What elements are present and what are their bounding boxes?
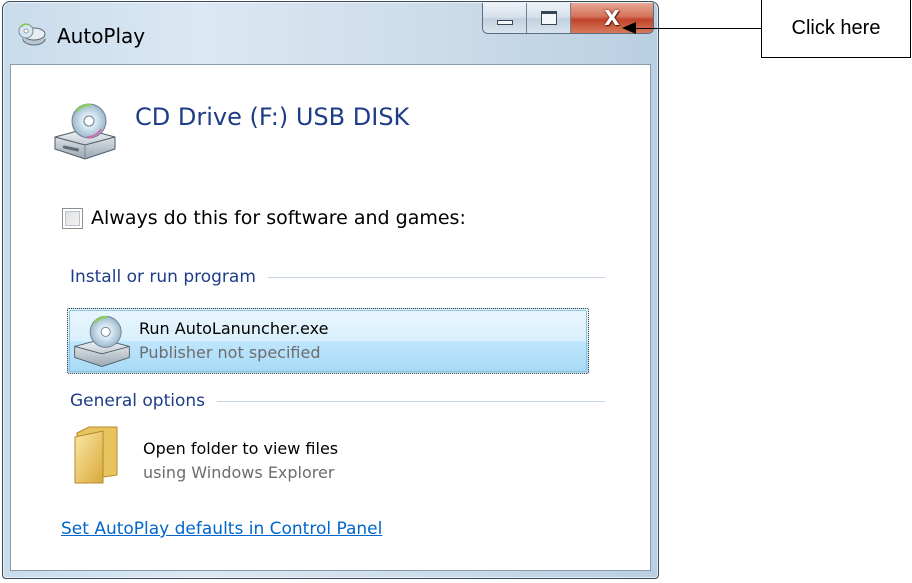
option-run-subtitle: Publisher not specified	[139, 343, 321, 362]
always-do-this-label[interactable]: Always do this for software and games:	[91, 207, 466, 229]
autoplay-app-icon	[18, 23, 46, 46]
callout-arrow	[622, 22, 636, 34]
cd-drive-icon	[54, 103, 116, 160]
section-divider	[217, 400, 605, 402]
option-folder-title: Open folder to view files	[143, 439, 339, 458]
callout-line	[635, 28, 761, 29]
option-folder-subtitle: using Windows Explorer	[143, 463, 335, 482]
title-bar[interactable]: AutoPlay X	[3, 2, 658, 64]
maximize-icon	[541, 11, 557, 25]
option-run-title: Run AutoLanuncher.exe	[139, 319, 329, 338]
autoplay-window: AutoPlay X CD Drive (F:) USB DISK Always…	[2, 1, 659, 579]
always-do-this-row[interactable]: Always do this for software and games:	[62, 207, 466, 229]
section-header-general: General options	[70, 391, 605, 411]
section-label-install: Install or run program	[70, 267, 256, 287]
option-run-program[interactable]	[67, 308, 589, 374]
click-here-callout: Click here	[761, 0, 911, 58]
section-divider	[267, 276, 605, 278]
maximize-button[interactable]	[527, 3, 571, 33]
window-title: AutoPlay	[57, 24, 146, 48]
minimize-button[interactable]	[483, 3, 527, 33]
dialog-client-area: CD Drive (F:) USB DISK Always do this fo…	[10, 64, 651, 571]
section-label-general: General options	[70, 391, 206, 411]
control-panel-link[interactable]: Set AutoPlay defaults in Control Panel	[61, 519, 382, 539]
section-header-install: Install or run program	[70, 267, 605, 287]
device-title: CD Drive (F:) USB DISK	[135, 103, 410, 131]
cd-drive-icon	[74, 315, 130, 368]
option-open-folder[interactable]: Open folder to view files using Windows …	[67, 421, 589, 487]
always-do-this-checkbox[interactable]	[62, 207, 83, 229]
minimize-icon	[497, 20, 513, 25]
folder-icon	[74, 426, 118, 484]
